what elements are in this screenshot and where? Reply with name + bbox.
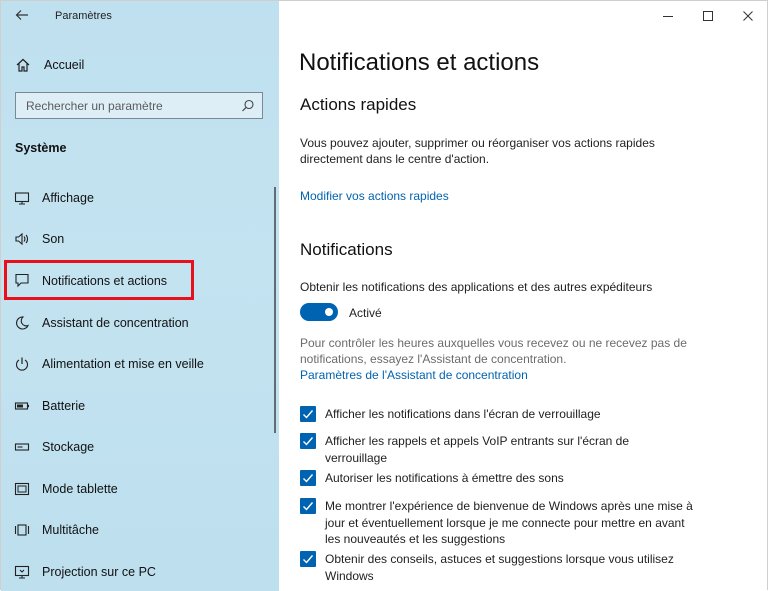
checkbox-voip-reminders[interactable] xyxy=(300,433,316,449)
sidebar-item-multitache[interactable]: Multitâche xyxy=(1,513,271,547)
checkbox-lock-screen[interactable] xyxy=(300,406,316,422)
home-label: Accueil xyxy=(44,58,85,72)
sidebar-item-label: Assistant de concentration xyxy=(42,316,189,330)
sidebar-item-alimentation[interactable]: Alimentation et mise en veille xyxy=(1,347,271,381)
app-title: Paramètres xyxy=(55,10,112,22)
page-title: Notifications et actions xyxy=(299,49,540,76)
sidebar-item-label: Projection sur ce PC xyxy=(42,565,156,579)
settings-window: Paramètres Accueil Rechercher un paramèt… xyxy=(0,0,768,591)
sidebar-item-label: Notifications et actions xyxy=(42,274,168,288)
notifications-toggle[interactable] xyxy=(300,303,338,321)
section-title: Système xyxy=(15,141,67,155)
sidebar-item-projection[interactable]: Projection sur ce PC xyxy=(1,555,271,589)
maximize-icon[interactable] xyxy=(693,5,723,27)
title-bar: Paramètres xyxy=(1,1,279,31)
checkbox-welcome-experience[interactable] xyxy=(300,498,316,514)
sidebar-item-label: Stockage xyxy=(42,440,95,454)
search-input[interactable]: Rechercher un paramètre xyxy=(15,92,263,119)
checkbox-label: Afficher les notifications dans l'écran … xyxy=(325,407,601,421)
toggle-knob xyxy=(325,308,333,316)
notifications-heading: Notifications xyxy=(300,240,393,259)
focus-help-line1: Pour contrôler les heures auxquelles vou… xyxy=(300,336,687,350)
battery-icon xyxy=(14,398,30,414)
search-icon[interactable] xyxy=(241,99,255,118)
speaker-icon xyxy=(14,231,30,247)
sidebar-scrollbar[interactable] xyxy=(274,187,276,433)
checkbox-label: Obtenir des conseils, astuces et suggest… xyxy=(325,552,674,583)
checkbox-label: Afficher les rappels et appels VoIP entr… xyxy=(325,434,630,465)
sidebar-item-stockage[interactable]: Stockage xyxy=(1,430,271,464)
tablet-icon xyxy=(14,481,30,497)
sidebar-item-son[interactable]: Son xyxy=(1,222,271,256)
storage-icon xyxy=(14,439,30,455)
minimize-icon[interactable] xyxy=(653,5,683,27)
sidebar-item-label: Batterie xyxy=(42,399,86,413)
quick-actions-description-line1: Vous pouvez ajouter, supprimer ou réorga… xyxy=(300,136,655,150)
main-content: Notifications et actions Actions rapides… xyxy=(279,1,767,591)
checkbox-label: Me montrer l'expérience de bienvenue de … xyxy=(325,499,693,546)
quick-actions-heading: Actions rapides xyxy=(300,95,417,114)
back-arrow-icon[interactable] xyxy=(14,7,30,23)
projection-icon xyxy=(14,564,30,580)
focus-help-line2: notifications, essayez l'Assistant de co… xyxy=(300,352,567,366)
checkbox-sounds[interactable] xyxy=(300,470,316,486)
quick-actions-description-line2: directement dans le centre d'action. xyxy=(300,152,490,166)
sidebar-item-batterie[interactable]: Batterie xyxy=(1,389,271,423)
sidebar: Paramètres Accueil Rechercher un paramèt… xyxy=(1,1,279,591)
notifications-toggle-caption: Obtenir les notifications des applicatio… xyxy=(300,280,653,294)
search-placeholder: Rechercher un paramètre xyxy=(26,99,163,113)
sidebar-item-label: Alimentation et mise en veille xyxy=(42,357,204,371)
sidebar-item-affichage[interactable]: Affichage xyxy=(1,181,271,215)
sidebar-item-label: Mode tablette xyxy=(42,482,118,496)
sidebar-item-label: Multitâche xyxy=(42,523,99,537)
home-icon xyxy=(15,57,31,78)
notification-icon xyxy=(14,272,30,288)
sidebar-item-label: Affichage xyxy=(42,191,94,205)
close-icon[interactable] xyxy=(733,5,763,27)
monitor-icon xyxy=(14,190,30,206)
sidebar-item-notifications[interactable]: Notifications et actions xyxy=(1,260,271,300)
moon-icon xyxy=(14,315,30,331)
checkbox-label: Autoriser les notifications à émettre de… xyxy=(325,471,564,485)
multitask-icon xyxy=(14,522,30,538)
checkbox-tips[interactable] xyxy=(300,551,316,567)
sidebar-item-concentration[interactable]: Assistant de concentration xyxy=(1,306,271,340)
edit-quick-actions-link[interactable]: Modifier vos actions rapides xyxy=(300,189,449,203)
sidebar-item-label: Son xyxy=(42,232,65,246)
toggle-state-label: Activé xyxy=(349,306,382,320)
home-nav-item[interactable]: Accueil xyxy=(1,51,279,79)
focus-assist-settings-link[interactable]: Paramètres de l'Assistant de concentrati… xyxy=(300,368,528,382)
power-icon xyxy=(14,356,30,372)
sidebar-item-mode-tablette[interactable]: Mode tablette xyxy=(1,472,271,506)
